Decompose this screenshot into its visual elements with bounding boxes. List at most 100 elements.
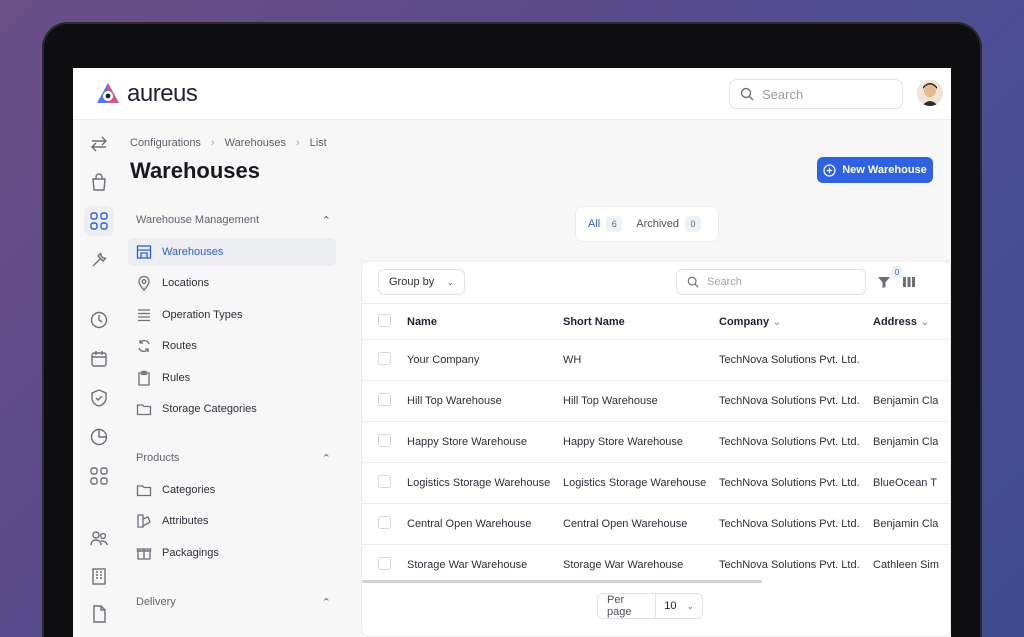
breadcrumb-warehouses[interactable]: Warehouses (225, 137, 286, 149)
chevron-up-icon: ⌃ (321, 597, 331, 609)
chevron-down-icon: ⌄ (920, 316, 930, 328)
columns-icon[interactable] (902, 275, 916, 289)
clock-icon[interactable] (89, 310, 109, 330)
global-search-input[interactable]: Search (729, 79, 903, 109)
grid-icon (90, 212, 108, 230)
swap-arrows-icon[interactable] (89, 134, 109, 154)
warehouse-icon (136, 245, 152, 259)
column-header-company[interactable]: Company ⌄ (719, 303, 873, 340)
cell-address: Benjamin Cla (873, 421, 950, 463)
tab-all[interactable]: All 6 (588, 216, 623, 232)
section-products[interactable]: Products ⌃ (136, 452, 331, 465)
cell-address (873, 339, 950, 381)
table-row[interactable]: Happy Store Warehouse Happy Store Wareho… (362, 421, 950, 463)
tab-archived[interactable]: Archived 0 (636, 216, 702, 232)
per-page-value[interactable]: 10 ⌄ (656, 600, 702, 612)
group-by-dropdown[interactable]: Group by ⌄ (378, 269, 465, 295)
app-logo[interactable]: aureus (95, 80, 198, 108)
sidebar-item-storage-categories[interactable]: Storage Categories (128, 395, 336, 423)
row-checkbox[interactable] (378, 352, 391, 365)
breadcrumb-list: List (309, 137, 327, 149)
filter-icon[interactable] (877, 275, 891, 289)
table-row[interactable]: Your Company WH TechNova Solutions Pvt. … (362, 339, 950, 381)
sidebar-item-packagings[interactable]: Packagings (128, 539, 336, 567)
column-header-name[interactable]: Name (407, 303, 563, 340)
cell-address: Cathleen Sim (873, 544, 950, 586)
document-icon[interactable] (89, 604, 109, 624)
row-checkbox[interactable] (378, 393, 391, 406)
section-warehouse-management[interactable]: Warehouse Management ⌃ (136, 214, 331, 227)
column-header-short-name[interactable]: Short Name (563, 303, 719, 340)
sidebar-item-label: Operation Types (162, 309, 243, 321)
tab-label: All (588, 218, 601, 230)
table-row[interactable]: Central Open Warehouse Central Open Ware… (362, 503, 950, 545)
per-page-selector[interactable]: Per page 10 ⌄ (597, 593, 703, 619)
folder-icon (136, 485, 152, 497)
page-title: Warehouses (130, 158, 261, 183)
row-checkbox[interactable] (378, 434, 391, 447)
search-icon (740, 87, 754, 101)
new-warehouse-button[interactable]: New Warehouse (817, 157, 933, 183)
status-tabs: All 6 Archived 0 (575, 206, 719, 242)
calendar-icon[interactable] (89, 349, 109, 369)
app-window: aureus Search Configurations › Warehouse… (73, 68, 951, 637)
section-delivery[interactable]: Delivery ⌃ (136, 596, 331, 609)
group-by-label: Group by (389, 276, 435, 288)
table-search-input[interactable]: Search (676, 269, 866, 295)
sidebar-item-rules[interactable]: Rules (128, 364, 336, 392)
breadcrumb-configurations[interactable]: Configurations (130, 137, 201, 149)
column-label: Company (719, 316, 770, 328)
apps-icon[interactable] (89, 466, 109, 486)
clipboard-icon (138, 370, 150, 386)
cell-name: Logistics Storage Warehouse (407, 462, 563, 504)
app-name: aureus (127, 80, 198, 107)
swatch-icon (137, 514, 151, 528)
sidebar-item-warehouses[interactable]: Warehouses (128, 238, 336, 266)
users-icon[interactable] (89, 528, 109, 548)
sidebar-item-attributes[interactable]: Attributes (128, 507, 336, 535)
column-header-address[interactable]: Address ⌄ (873, 303, 950, 340)
select-all-checkbox[interactable] (378, 313, 391, 327)
user-avatar[interactable] (917, 80, 943, 106)
cell-short-name: Logistics Storage Warehouse (563, 462, 719, 504)
table-row[interactable]: Logistics Storage Warehouse Logistics St… (362, 462, 950, 504)
top-bar: aureus Search (73, 68, 951, 120)
tab-label: Archived (636, 218, 680, 230)
count-badge: 6 (606, 216, 623, 232)
sidebar-item-routes[interactable]: Routes (128, 332, 336, 360)
row-checkbox[interactable] (378, 557, 391, 571)
count-badge: 0 (685, 216, 702, 232)
inventory-module-button[interactable] (84, 206, 114, 236)
pie-chart-icon[interactable] (89, 427, 109, 447)
sidebar-item-operation-types[interactable]: Operation Types (128, 301, 336, 329)
wrench-icon[interactable] (89, 250, 109, 270)
module-rail (73, 120, 125, 637)
sidebar-item-categories[interactable]: Categories (128, 476, 336, 504)
sidebar-item-label: Rules (162, 372, 191, 384)
building-icon[interactable] (89, 566, 109, 586)
row-checkbox[interactable] (378, 475, 391, 488)
folder-icon (136, 404, 152, 416)
cell-address: Benjamin Cla (873, 503, 950, 545)
cell-short-name: Hill Top Warehouse (563, 380, 719, 422)
cell-company: TechNova Solutions Pvt. Ltd. (719, 380, 873, 422)
cell-address: Benjamin Cla (873, 380, 950, 422)
row-checkbox[interactable] (378, 516, 391, 529)
sidebar-item-locations[interactable]: Locations (128, 269, 336, 297)
chevron-up-icon: ⌃ (321, 453, 331, 465)
horizontal-scrollbar[interactable] (362, 580, 762, 583)
table-row[interactable]: Hill Top Warehouse Hill Top Warehouse Te… (362, 380, 950, 422)
chevron-up-icon: ⌃ (321, 215, 331, 227)
per-page-number: 10 (664, 600, 677, 612)
shield-icon[interactable] (89, 388, 109, 408)
sidebar-item-label: Routes (162, 340, 197, 352)
cell-short-name: Central Open Warehouse (563, 503, 719, 545)
cell-short-name: Happy Store Warehouse (563, 421, 719, 463)
shopping-bag-icon[interactable] (89, 172, 109, 192)
sidebar-item-label: Categories (162, 484, 216, 496)
table-header-row: Name Short Name Company ⌄ Address ⌄ (362, 303, 950, 340)
chevron-down-icon: ⌄ (686, 600, 694, 611)
cell-name: Hill Top Warehouse (407, 380, 563, 422)
warehouses-table: Name Short Name Company ⌄ Address ⌄ Your… (362, 303, 950, 586)
chevron-right-icon: › (210, 137, 215, 149)
